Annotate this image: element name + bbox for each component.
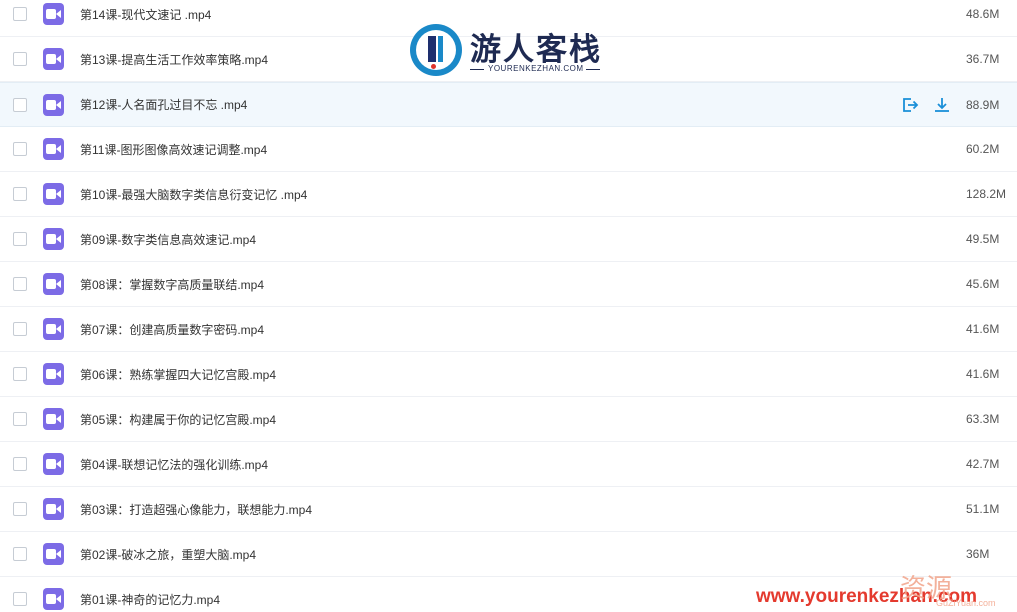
file-size: 48.6M (966, 7, 1000, 21)
file-name[interactable]: 第13课-提高生活工作效率策略.mp4 (80, 51, 268, 68)
file-name[interactable]: 第03课：打造超强心像能力，联想能力.mp4 (80, 501, 312, 518)
video-file-icon (43, 318, 64, 340)
file-size: 42.7M (966, 457, 1000, 471)
file-size: 45.6M (966, 277, 1000, 291)
video-file-icon (43, 3, 64, 25)
file-name[interactable]: 第01课-神奇的记忆力.mp4 (80, 591, 220, 608)
file-size: 88.9M (966, 97, 1000, 112)
download-icon[interactable] (932, 95, 952, 115)
file-name[interactable]: 第07课：创建高质量数字密码.mp4 (80, 321, 264, 338)
video-file-icon (43, 48, 64, 70)
row-checkbox[interactable] (13, 142, 27, 156)
file-row[interactable]: 第04课-联想记忆法的强化训练.mp4 42.7M (0, 442, 1017, 487)
file-name[interactable]: 第05课：构建属于你的记忆宫殿.mp4 (80, 411, 276, 428)
file-row[interactable]: 第05课：构建属于你的记忆宫殿.mp4 63.3M (0, 397, 1017, 442)
row-checkbox[interactable] (13, 502, 27, 516)
file-size: 63.3M (966, 412, 1000, 426)
file-name[interactable]: 第12课-人名面孔过目不忘 .mp4 (80, 96, 247, 113)
file-row[interactable]: 第09课-数字类信息高效速记.mp4 49.5M (0, 217, 1017, 262)
watermark-logo: 游人客栈 YOURENKEZHAN.COM (410, 24, 610, 80)
file-size: 60.2M (966, 142, 1000, 156)
file-row[interactable]: 第02课-破冰之旅，重塑大脑.mp4 36M (0, 532, 1017, 577)
file-name[interactable]: 第14课-现代文速记 .mp4 (80, 6, 211, 23)
logo-subtitle: YOURENKEZHAN.COM (488, 64, 584, 73)
file-row[interactable]: 第12课-人名面孔过目不忘 .mp4 88.9M (0, 82, 1017, 127)
file-size: 36M (966, 547, 990, 561)
row-checkbox[interactable] (13, 547, 27, 561)
row-checkbox[interactable] (13, 187, 27, 201)
video-file-icon (43, 228, 64, 250)
video-file-icon (43, 183, 64, 205)
file-row[interactable]: 第06课：熟练掌握四大记忆宫殿.mp4 41.6M (0, 352, 1017, 397)
share-icon[interactable] (900, 95, 920, 115)
file-name[interactable]: 第10课-最强大脑数字类信息衍变记忆 .mp4 (80, 186, 307, 203)
video-file-icon (43, 408, 64, 430)
row-checkbox[interactable] (13, 97, 27, 112)
file-name[interactable]: 第11课-图形图像高效速记调整.mp4 (80, 141, 267, 158)
file-name[interactable]: 第06课：熟练掌握四大记忆宫殿.mp4 (80, 366, 276, 383)
file-size: 51.1M (966, 502, 1000, 516)
file-row[interactable]: 第11课-图形图像高效速记调整.mp4 60.2M (0, 127, 1017, 172)
row-checkbox[interactable] (13, 367, 27, 381)
video-file-icon (43, 138, 64, 160)
file-size: 128.2M (966, 187, 1007, 201)
row-checkbox[interactable] (13, 412, 27, 426)
file-row[interactable]: 第08课：掌握数字高质量联结.mp4 45.6M (0, 262, 1017, 307)
row-checkbox[interactable] (13, 457, 27, 471)
file-size: 49.5M (966, 232, 1000, 246)
row-checkbox[interactable] (13, 232, 27, 246)
file-list: 第14课-现代文速记 .mp4 48.6M 第13课-提高生活工作效率策略.mp4 3… (0, 0, 1017, 612)
row-checkbox[interactable] (13, 277, 27, 291)
file-row[interactable]: 第07课：创建高质量数字密码.mp4 41.6M (0, 307, 1017, 352)
file-name[interactable]: 第09课-数字类信息高效速记.mp4 (80, 231, 256, 248)
row-checkbox[interactable] (13, 592, 27, 606)
file-size: 41.6M (966, 367, 1000, 381)
video-file-icon (43, 498, 64, 520)
file-name[interactable]: 第08课：掌握数字高质量联结.mp4 (80, 276, 264, 293)
logo-divider (586, 69, 600, 70)
video-file-icon (43, 543, 64, 565)
video-file-icon (43, 273, 64, 295)
file-size: 41.6M (966, 322, 1000, 336)
watermark-corner-sub: GuZiYuan.com (936, 598, 996, 608)
video-file-icon (43, 453, 64, 475)
video-file-icon (43, 588, 64, 610)
row-checkbox[interactable] (13, 7, 27, 21)
video-file-icon (43, 363, 64, 385)
logo-mark-icon (410, 24, 462, 76)
file-name[interactable]: 第04课-联想记忆法的强化训练.mp4 (80, 456, 268, 473)
logo-divider (470, 69, 484, 70)
logo-title: 游人客栈 (470, 32, 602, 68)
file-row[interactable]: 第03课：打造超强心像能力，联想能力.mp4 51.1M (0, 487, 1017, 532)
video-file-icon (43, 93, 64, 116)
file-name[interactable]: 第02课-破冰之旅，重塑大脑.mp4 (80, 546, 256, 563)
file-size: 36.7M (966, 52, 1000, 66)
row-checkbox[interactable] (13, 52, 27, 66)
file-row[interactable]: 第10课-最强大脑数字类信息衍变记忆 .mp4 128.2M (0, 172, 1017, 217)
row-checkbox[interactable] (13, 322, 27, 336)
